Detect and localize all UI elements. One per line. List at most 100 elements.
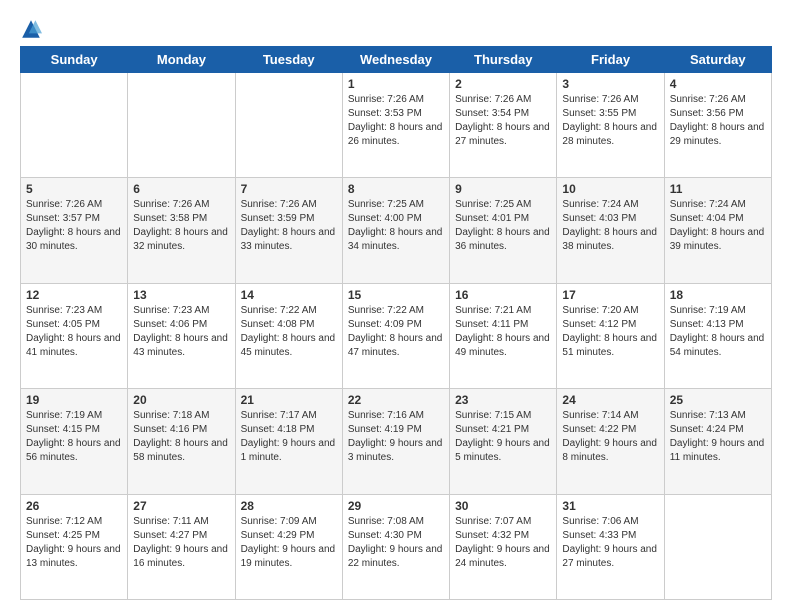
day-number: 1 (348, 77, 444, 91)
day-info: Sunrise: 7:26 AM Sunset: 3:55 PM Dayligh… (562, 93, 658, 149)
day-info: Sunrise: 7:07 AM Sunset: 4:32 PM Dayligh… (455, 515, 551, 571)
day-cell: 30 Sunrise: 7:07 AM Sunset: 4:32 PM Dayli… (450, 494, 557, 599)
day-number: 2 (455, 77, 551, 91)
day-number: 29 (348, 499, 444, 513)
day-number: 5 (26, 182, 122, 196)
day-cell: 26 Sunrise: 7:12 AM Sunset: 4:25 PM Dayli… (21, 494, 128, 599)
day-cell: 24 Sunrise: 7:14 AM Sunset: 4:22 PM Dayli… (557, 389, 664, 494)
day-number: 27 (133, 499, 229, 513)
day-cell: 5 Sunrise: 7:26 AM Sunset: 3:57 PM Daylig… (21, 178, 128, 283)
day-cell: 20 Sunrise: 7:18 AM Sunset: 4:16 PM Dayli… (128, 389, 235, 494)
day-info: Sunrise: 7:26 AM Sunset: 3:58 PM Dayligh… (133, 198, 229, 254)
day-number: 3 (562, 77, 658, 91)
day-number: 6 (133, 182, 229, 196)
week-row-3: 19 Sunrise: 7:19 AM Sunset: 4:15 PM Dayli… (21, 389, 772, 494)
day-number: 20 (133, 393, 229, 407)
day-cell: 8 Sunrise: 7:25 AM Sunset: 4:00 PM Daylig… (342, 178, 449, 283)
day-info: Sunrise: 7:18 AM Sunset: 4:16 PM Dayligh… (133, 409, 229, 465)
day-cell: 23 Sunrise: 7:15 AM Sunset: 4:21 PM Dayli… (450, 389, 557, 494)
day-cell: 15 Sunrise: 7:22 AM Sunset: 4:09 PM Dayli… (342, 283, 449, 388)
day-cell: 19 Sunrise: 7:19 AM Sunset: 4:15 PM Dayli… (21, 389, 128, 494)
day-info: Sunrise: 7:12 AM Sunset: 4:25 PM Dayligh… (26, 515, 122, 571)
day-number: 12 (26, 288, 122, 302)
day-info: Sunrise: 7:19 AM Sunset: 4:15 PM Dayligh… (26, 409, 122, 465)
day-info: Sunrise: 7:11 AM Sunset: 4:27 PM Dayligh… (133, 515, 229, 571)
day-number: 30 (455, 499, 551, 513)
day-number: 11 (670, 182, 766, 196)
header-monday: Monday (128, 47, 235, 73)
calendar-table: Sunday Monday Tuesday Wednesday Thursday… (20, 46, 772, 600)
day-info: Sunrise: 7:06 AM Sunset: 4:33 PM Dayligh… (562, 515, 658, 571)
day-info: Sunrise: 7:08 AM Sunset: 4:30 PM Dayligh… (348, 515, 444, 571)
day-cell: 6 Sunrise: 7:26 AM Sunset: 3:58 PM Daylig… (128, 178, 235, 283)
day-number: 4 (670, 77, 766, 91)
day-info: Sunrise: 7:25 AM Sunset: 4:01 PM Dayligh… (455, 198, 551, 254)
header (20, 18, 772, 40)
day-number: 13 (133, 288, 229, 302)
day-number: 23 (455, 393, 551, 407)
day-number: 8 (348, 182, 444, 196)
day-cell: 21 Sunrise: 7:17 AM Sunset: 4:18 PM Dayli… (235, 389, 342, 494)
week-row-0: 1 Sunrise: 7:26 AM Sunset: 3:53 PM Daylig… (21, 73, 772, 178)
logo (20, 18, 46, 40)
day-number: 25 (670, 393, 766, 407)
day-info: Sunrise: 7:26 AM Sunset: 3:54 PM Dayligh… (455, 93, 551, 149)
day-number: 7 (241, 182, 337, 196)
day-info: Sunrise: 7:22 AM Sunset: 4:09 PM Dayligh… (348, 304, 444, 360)
day-number: 17 (562, 288, 658, 302)
weekday-header-row: Sunday Monday Tuesday Wednesday Thursday… (21, 47, 772, 73)
day-number: 31 (562, 499, 658, 513)
day-info: Sunrise: 7:17 AM Sunset: 4:18 PM Dayligh… (241, 409, 337, 465)
day-cell (664, 494, 771, 599)
day-cell: 29 Sunrise: 7:08 AM Sunset: 4:30 PM Dayli… (342, 494, 449, 599)
header-friday: Friday (557, 47, 664, 73)
day-number: 21 (241, 393, 337, 407)
day-cell: 1 Sunrise: 7:26 AM Sunset: 3:53 PM Daylig… (342, 73, 449, 178)
day-info: Sunrise: 7:26 AM Sunset: 3:59 PM Dayligh… (241, 198, 337, 254)
day-number: 28 (241, 499, 337, 513)
day-number: 15 (348, 288, 444, 302)
day-info: Sunrise: 7:26 AM Sunset: 3:56 PM Dayligh… (670, 93, 766, 149)
day-info: Sunrise: 7:19 AM Sunset: 4:13 PM Dayligh… (670, 304, 766, 360)
day-cell: 10Sunrise: 7:24 AM Sunset: 4:03 PM Dayli… (557, 178, 664, 283)
day-info: Sunrise: 7:14 AM Sunset: 4:22 PM Dayligh… (562, 409, 658, 465)
day-cell: 2 Sunrise: 7:26 AM Sunset: 3:54 PM Daylig… (450, 73, 557, 178)
day-number: 18 (670, 288, 766, 302)
day-info: Sunrise: 7:22 AM Sunset: 4:08 PM Dayligh… (241, 304, 337, 360)
day-info: Sunrise: 7:25 AM Sunset: 4:00 PM Dayligh… (348, 198, 444, 254)
day-cell (21, 73, 128, 178)
day-cell: 22 Sunrise: 7:16 AM Sunset: 4:19 PM Dayli… (342, 389, 449, 494)
header-saturday: Saturday (664, 47, 771, 73)
day-cell (235, 73, 342, 178)
day-cell: 7 Sunrise: 7:26 AM Sunset: 3:59 PM Daylig… (235, 178, 342, 283)
logo-icon (20, 18, 42, 40)
day-info: Sunrise: 7:26 AM Sunset: 3:53 PM Dayligh… (348, 93, 444, 149)
day-info: Sunrise: 7:24 AM Sunset: 4:04 PM Dayligh… (670, 198, 766, 254)
day-info: Sunrise: 7:09 AM Sunset: 4:29 PM Dayligh… (241, 515, 337, 571)
day-cell: 11 Sunrise: 7:24 AM Sunset: 4:04 PM Dayli… (664, 178, 771, 283)
day-info: Sunrise: 7:16 AM Sunset: 4:19 PM Dayligh… (348, 409, 444, 465)
day-number: 16 (455, 288, 551, 302)
day-cell: 18 Sunrise: 7:19 AM Sunset: 4:13 PM Dayli… (664, 283, 771, 388)
day-number: 9 (455, 182, 551, 196)
day-info: Sunrise: 7:26 AM Sunset: 3:57 PM Dayligh… (26, 198, 122, 254)
day-info: Sunrise: 7:13 AM Sunset: 4:24 PM Dayligh… (670, 409, 766, 465)
day-number: 19 (26, 393, 122, 407)
day-info: Sunrise: 7:20 AM Sunset: 4:12 PM Dayligh… (562, 304, 658, 360)
day-number: 24 (562, 393, 658, 407)
day-cell: 12Sunrise: 7:23 AM Sunset: 4:05 PM Dayli… (21, 283, 128, 388)
day-cell (128, 73, 235, 178)
day-info: Sunrise: 7:15 AM Sunset: 4:21 PM Dayligh… (455, 409, 551, 465)
day-cell: 16 Sunrise: 7:21 AM Sunset: 4:11 PM Dayli… (450, 283, 557, 388)
header-tuesday: Tuesday (235, 47, 342, 73)
day-cell: 9 Sunrise: 7:25 AM Sunset: 4:01 PM Daylig… (450, 178, 557, 283)
day-number: 26 (26, 499, 122, 513)
day-cell: 13Sunrise: 7:23 AM Sunset: 4:06 PM Dayli… (128, 283, 235, 388)
day-number: 22 (348, 393, 444, 407)
day-info: Sunrise: 7:21 AM Sunset: 4:11 PM Dayligh… (455, 304, 551, 360)
header-thursday: Thursday (450, 47, 557, 73)
header-sunday: Sunday (21, 47, 128, 73)
page: Sunday Monday Tuesday Wednesday Thursday… (0, 0, 792, 612)
day-cell: 25 Sunrise: 7:13 AM Sunset: 4:24 PM Dayli… (664, 389, 771, 494)
day-cell: 17 Sunrise: 7:20 AM Sunset: 4:12 PM Dayli… (557, 283, 664, 388)
